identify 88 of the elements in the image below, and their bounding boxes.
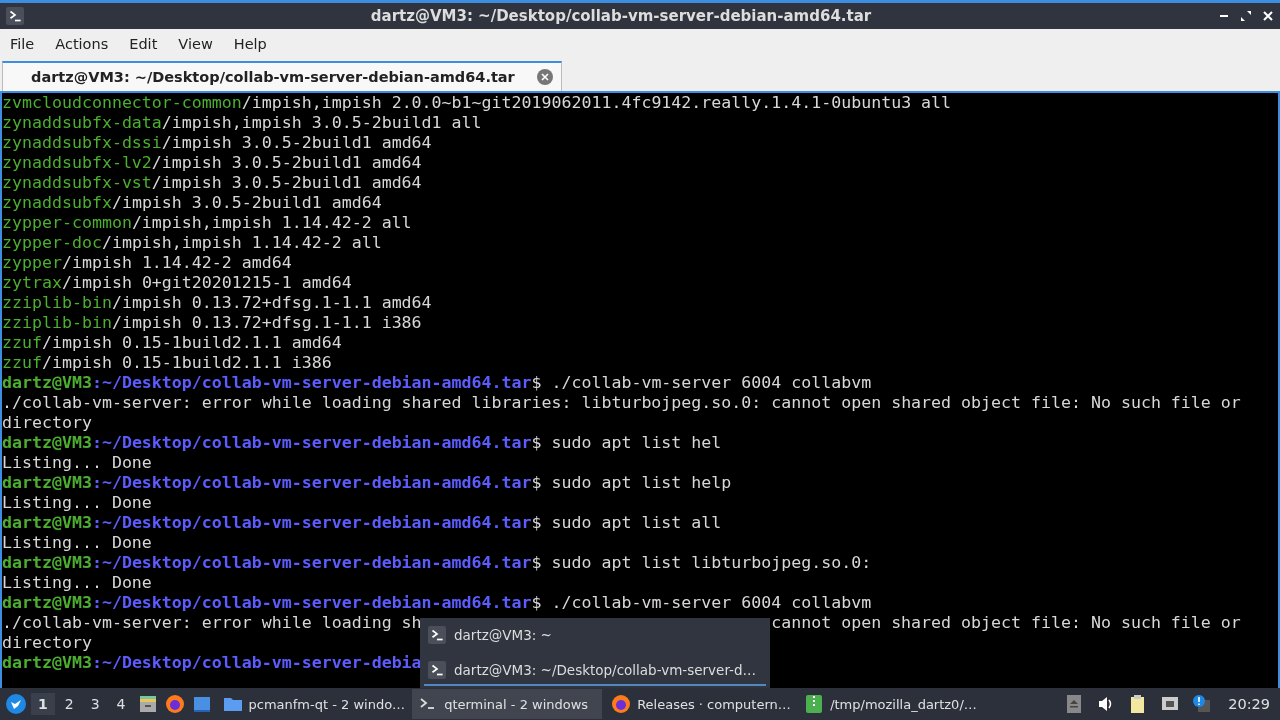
terminal-text: /impish,impish 1.14.42-2 all <box>101 233 382 252</box>
terminal-area[interactable] <box>0 91 1280 688</box>
package-name: zzuf <box>2 353 42 372</box>
package-name: zynaddsubfx-dssi <box>2 133 162 152</box>
archive-icon <box>804 694 825 714</box>
terminal-text: $ sudo apt list libturbojpeg.so.0: <box>531 553 872 572</box>
terminal-text: $ sudo apt list all <box>531 513 722 532</box>
prompt-user: dartz@VM3 <box>2 513 92 532</box>
menu-item[interactable]: dartz@VM3: ~/Desktop/collab-vm-server-d… <box>424 655 766 686</box>
terminal-text: ./collab-vm-server: error while loading sh <box>2 613 422 632</box>
browser-icon[interactable] <box>164 694 185 714</box>
notification-icon[interactable] <box>1192 694 1213 714</box>
terminal-text: directory <box>2 633 92 652</box>
terminal-text: Listing... Done <box>2 453 152 472</box>
desktop-switcher[interactable]: 4 <box>109 693 133 715</box>
close-icon[interactable] <box>1262 10 1274 22</box>
terminal-text: cannot open shared object file: No such file or <box>771 613 1241 632</box>
terminal-text: /impish 0.13.72+dfsg.1-1.1 amd64 <box>111 293 432 312</box>
taskbar-button[interactable]: /tmp/mozilla_dartz0/… <box>798 689 989 719</box>
window-title: dartz@VM3: ~/Desktop/collab-vm-server-debian-amd64.tar <box>369 7 873 25</box>
terminal-text: directory <box>2 413 92 432</box>
terminal-text: /impish,impish 3.0.5-2build1 all <box>161 113 482 132</box>
desktop-switcher[interactable]: 3 <box>83 693 107 715</box>
terminal-text: /impish 3.0.5-2build1 amd64 <box>151 173 422 192</box>
package-name: zytrax <box>2 273 62 292</box>
terminal-tab[interactable]: dartz@VM3: ~/Desktop/collab-vm-server-debian-amd64.tar <box>2 61 562 91</box>
menu-item[interactable]: File <box>4 35 41 52</box>
clock[interactable]: 20:29 <box>1228 696 1270 712</box>
terminal-text: ./collab-vm-server: error while loading shared libraries: libturbojpeg.so.0: cannot open shared object file: No such file or <box>2 393 1241 412</box>
menu-item[interactable]: Help <box>227 35 273 52</box>
package-name: zziplib-bin <box>2 313 112 332</box>
terminal-text: Listing... Done <box>2 573 152 592</box>
terminal-text: $ ./collab-vm-server 6004 collabvm <box>531 373 872 392</box>
browser-icon <box>611 694 632 714</box>
package-name: zypper-doc <box>2 233 102 252</box>
package-name: zypper <box>2 253 62 272</box>
maximize-icon[interactable] <box>1240 10 1252 22</box>
package-name: zynaddsubfx-data <box>2 113 162 132</box>
terminal-text: /impish 0.15-1build2.1.1 amd64 <box>41 333 342 352</box>
package-name: zypper-common <box>2 213 132 232</box>
terminal-text: /impish 3.0.5-2build1 amd64 <box>111 193 382 212</box>
taskbar-button[interactable]: Releases · computern… <box>605 689 796 719</box>
desktop-icon[interactable] <box>191 694 212 714</box>
start-menu-icon[interactable] <box>6 694 26 714</box>
terminal-text: Listing... Done <box>2 533 152 552</box>
desktop-switcher[interactable]: 1 <box>31 693 55 715</box>
package-name: zziplib-bin <box>2 293 112 312</box>
prompt-user: dartz@VM3 <box>2 433 92 452</box>
prompt-path: :~/Desktop/collab-vm-server-debian-amd64.tar <box>91 373 532 392</box>
prompt-user: dartz@VM3 <box>2 593 92 612</box>
package-name: zvmcloudconnector-common <box>2 93 242 112</box>
taskbar-button[interactable]: pcmanfm-qt - 2 windo… <box>216 689 410 719</box>
package-name: zynaddsubfx-lv2 <box>2 153 152 172</box>
prompt-path: :~/Desktop/collab-vm-server-debian-amd64.tar <box>91 593 532 612</box>
menu-item[interactable]: Edit <box>123 35 164 52</box>
terminal-text: $ ./collab-vm-server 6004 collabvm <box>531 593 872 612</box>
prompt-path: :~/Desktop/collab-vm-server-debian-amd64.tar <box>91 553 532 572</box>
prompt-user: dartz@VM3 <box>2 473 92 492</box>
terminal-text: /impish 0+git20201215-1 amd64 <box>61 273 352 292</box>
terminal-icon <box>428 660 446 679</box>
menu-item[interactable]: View <box>172 35 219 52</box>
terminal-text: /impish 1.14.42-2 amd64 <box>61 253 292 272</box>
package-name: zzuf <box>2 333 42 352</box>
prompt-path: :~/Desktop/collab-vm-server-debian-amd64.tar <box>91 473 532 492</box>
terminal-text: /impish 0.13.72+dfsg.1-1.1 i386 <box>111 313 422 332</box>
terminal-text: /impish,impish 2.0.0~b1~git2019062011.4fc9142.really.1.4.1-0ubuntu3 all <box>241 93 952 112</box>
prompt-user: dartz@VM3 <box>2 553 92 572</box>
prompt-path: :~/Desktop/collab-vm-server-debian-amd64.tar <box>91 513 532 532</box>
terminal-icon <box>428 625 446 644</box>
prompt-path: :~/Desktop/collab-vm-server-debian-amd64.tar <box>91 433 532 452</box>
terminal-text: $ sudo apt list hel <box>531 433 722 452</box>
terminal-text: /impish 0.15-1build2.1.1 i386 <box>41 353 332 372</box>
package-name: zynaddsubfx-vst <box>2 173 152 192</box>
menu-item[interactable]: dartz@VM3: ~ <box>424 620 766 651</box>
prompt-user: dartz@VM3 <box>2 653 92 672</box>
terminal-text: /impish 3.0.5-2build1 amd64 <box>151 153 422 172</box>
terminal-text: /impish 3.0.5-2build1 amd64 <box>161 133 432 152</box>
terminal-icon <box>6 7 24 25</box>
taskbar-button[interactable]: qterminal - 2 windows <box>412 689 603 719</box>
menu-item[interactable]: Actions <box>49 35 115 52</box>
prompt-user: dartz@VM3 <box>2 373 92 392</box>
terminal-text: /impish,impish 1.14.42-2 all <box>131 213 412 232</box>
terminal-text: Listing... Done <box>2 493 152 512</box>
package-name: zynaddsubfx <box>2 193 112 212</box>
desktop-switcher[interactable]: 2 <box>57 693 81 715</box>
file-cabinet-icon[interactable] <box>137 694 158 714</box>
prompt-path: :~/Desktop/collab-vm-server-debia <box>91 653 422 672</box>
terminal-text: $ sudo apt list help <box>531 473 732 492</box>
